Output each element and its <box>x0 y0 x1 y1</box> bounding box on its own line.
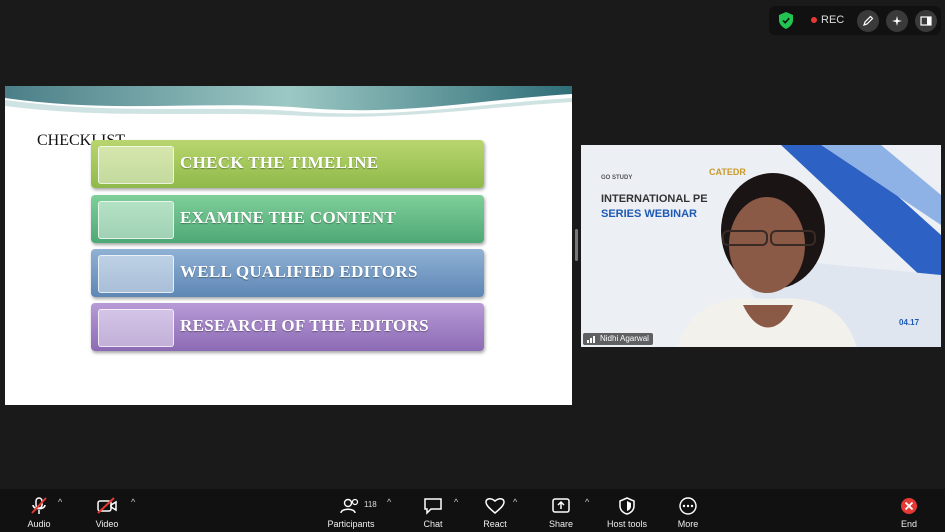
encryption-shield-icon[interactable] <box>779 12 793 29</box>
participants-button[interactable]: Participants <box>326 489 376 532</box>
panel-icon <box>920 16 932 26</box>
checklist-item-label: CHECK THE TIMELINE <box>180 153 379 172</box>
audio-button[interactable]: Audio <box>24 489 54 532</box>
pen-icon <box>863 15 874 26</box>
video-options-caret[interactable]: ^ <box>131 497 135 507</box>
more-dots-icon <box>679 497 697 515</box>
shield-icon <box>619 497 635 515</box>
share-options-caret[interactable]: ^ <box>585 497 589 507</box>
ai-companion-button[interactable] <box>886 10 908 32</box>
webinar-date-fragment: 04.17 <box>899 318 920 327</box>
video-camera-off-icon <box>97 497 117 514</box>
participants-label: Participants <box>327 519 375 529</box>
participant-name: Nidhi Agarwal <box>600 334 649 343</box>
webinar-title-line2: SERIES WEBINAR <box>601 208 697 220</box>
signal-bars-icon <box>587 336 595 343</box>
host-tools-label: Host tools <box>606 519 648 529</box>
end-meeting-button[interactable]: End <box>894 489 924 532</box>
checklist-item: WELL QUALIFIED EDITORS <box>91 249 484 297</box>
logo-go-study: GO STUDY <box>601 175 633 181</box>
chat-options-caret[interactable]: ^ <box>454 497 458 507</box>
checklist-item: RESEARCH OF THE EDITORS <box>91 303 484 351</box>
checklist-item-label: RESEARCH OF THE EDITORS <box>180 316 429 335</box>
recording-dot-icon <box>811 17 817 23</box>
item-thumbnail <box>98 201 174 239</box>
item-thumbnail <box>98 255 174 293</box>
chat-bubble-icon <box>424 498 442 515</box>
host-tools-button[interactable]: Host tools <box>604 489 650 532</box>
end-label: End <box>900 519 917 529</box>
video-button[interactable]: Video <box>92 489 122 532</box>
checklist-item: CHECK THE TIMELINE <box>91 140 484 188</box>
video-label: Video <box>95 519 119 529</box>
meeting-toolbar: Audio ^ Video ^ Participants 118 ^ Chat … <box>0 489 945 532</box>
audio-label: Audio <box>27 519 51 529</box>
chat-button[interactable]: Chat <box>418 489 448 532</box>
speaker-video-tile[interactable]: GO STUDY CATEDR INTERNATIONAL PE SERIES … <box>581 145 941 347</box>
audio-options-caret[interactable]: ^ <box>58 497 62 507</box>
participant-name-tag: Nidhi Agarwal <box>583 333 653 345</box>
participants-options-caret[interactable]: ^ <box>387 497 391 507</box>
webinar-title-line1: INTERNATIONAL PE <box>601 193 708 205</box>
participants-icon <box>340 498 359 514</box>
more-button[interactable]: More <box>673 489 703 532</box>
checklist-item-label: EXAMINE THE CONTENT <box>180 208 397 227</box>
annotate-button[interactable] <box>857 10 879 32</box>
share-label: Share <box>548 519 574 529</box>
end-x-icon <box>901 498 917 514</box>
slide-header-wave <box>5 86 572 117</box>
recording-label: REC <box>821 14 845 26</box>
sparkle-icon <box>892 16 902 26</box>
view-options-button[interactable] <box>915 10 937 32</box>
logo-catedr: CATEDR <box>709 167 746 177</box>
webinar-backdrop <box>677 145 941 347</box>
participants-count: 118 <box>364 500 377 509</box>
checklist-item: EXAMINE THE CONTENT <box>91 195 484 243</box>
more-label: More <box>677 519 699 529</box>
react-options-caret[interactable]: ^ <box>513 497 517 507</box>
react-label: React <box>483 519 507 529</box>
split-view-handle[interactable] <box>575 229 578 261</box>
chat-label: Chat <box>423 519 443 529</box>
shared-screen-slide: CHECKLIST CHECK THE TIMELINE EXAMINE THE… <box>5 86 572 405</box>
item-thumbnail <box>98 309 174 347</box>
item-thumbnail <box>98 146 174 184</box>
meeting-status-bar: REC <box>769 6 941 35</box>
heart-icon <box>485 498 505 514</box>
react-button[interactable]: React <box>480 489 510 532</box>
microphone-muted-icon <box>31 497 47 514</box>
share-button[interactable]: Share <box>546 489 576 532</box>
share-screen-icon <box>552 498 570 513</box>
checklist-item-label: WELL QUALIFIED EDITORS <box>180 262 418 281</box>
